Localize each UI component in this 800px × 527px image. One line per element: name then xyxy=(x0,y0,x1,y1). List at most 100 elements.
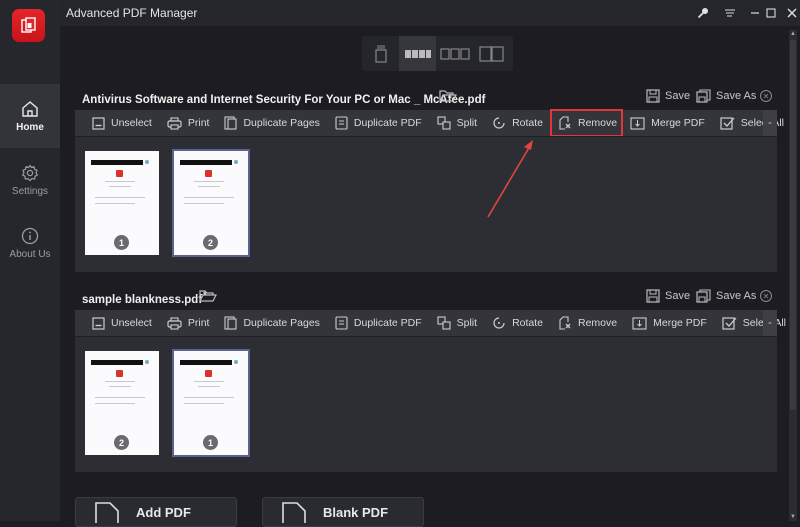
page-text-line xyxy=(184,403,224,404)
page-text-line xyxy=(95,403,135,404)
page-text-line xyxy=(184,397,234,398)
page-thumbnail[interactable]: 1 xyxy=(85,151,159,255)
sidebar-item-label: Settings xyxy=(11,185,49,197)
rotate-button[interactable]: Rotate xyxy=(492,316,543,330)
duplicate-pdf-button[interactable]: Duplicate PDF xyxy=(335,316,422,330)
duplicate-pdf-label: Duplicate PDF xyxy=(353,117,422,129)
page-thumbnail[interactable]: 2 xyxy=(85,351,159,455)
remove-button[interactable]: Remove xyxy=(558,316,617,330)
page-content-header xyxy=(91,160,143,165)
scrollbar-thumb[interactable] xyxy=(790,40,796,410)
mcafee-logo-icon xyxy=(116,170,123,177)
page-content-dot xyxy=(145,160,149,164)
sidebar-item-label: Home xyxy=(16,121,44,133)
document-name: Antivirus Software and Internet Security… xyxy=(82,93,486,106)
page-text-line xyxy=(95,397,145,398)
close-icon xyxy=(787,8,797,18)
sidebar-item-about-us[interactable]: About Us xyxy=(0,211,60,275)
open-folder-button[interactable] xyxy=(199,287,217,303)
add-pdf-icon xyxy=(95,502,119,523)
toolbar-more-button[interactable]: - xyxy=(763,310,777,336)
remove-label: Remove xyxy=(578,317,618,329)
toolbar-more-button[interactable]: - xyxy=(763,110,777,136)
two-column-view-button[interactable] xyxy=(473,36,510,71)
mcafee-logo-icon xyxy=(116,370,123,377)
merge-pdf-button[interactable]: Merge PDF xyxy=(632,316,707,330)
page-number-badge: 2 xyxy=(114,435,129,450)
document-toolbar: Unselect Print Duplicate Pages Duplicate… xyxy=(75,310,786,336)
app-logo xyxy=(12,9,45,42)
maximize-icon xyxy=(766,8,776,18)
print-button[interactable]: Print xyxy=(167,316,209,330)
close-document-button[interactable]: ✕ xyxy=(760,90,772,102)
page-text-line xyxy=(95,203,135,204)
duplicate-pdf-icon xyxy=(335,116,348,130)
split-button[interactable]: Split xyxy=(437,116,477,130)
page-thumbnail-selected[interactable]: 1 xyxy=(172,349,250,457)
folder-open-icon xyxy=(199,290,217,302)
remove-button[interactable]: Remove xyxy=(549,109,624,137)
page-content-dot xyxy=(234,360,238,364)
merge-pdf-label: Merge PDF xyxy=(651,117,705,129)
save-as-label: Save As xyxy=(716,90,757,102)
single-page-view-button[interactable] xyxy=(362,36,399,71)
page-content-dot xyxy=(234,160,238,164)
page-thumbnail-selected[interactable]: 2 xyxy=(172,149,250,257)
save-as-button[interactable]: Save As xyxy=(696,289,756,303)
save-icon xyxy=(646,289,660,303)
page-thumbnails-area: 1 2 xyxy=(75,136,777,272)
duplicate-pages-button[interactable]: Duplicate Pages xyxy=(224,316,320,330)
save-as-button[interactable]: Save As xyxy=(696,89,756,103)
page-thumbnails-area: 2 1 xyxy=(75,336,777,472)
maximize-button[interactable] xyxy=(760,4,782,22)
three-column-view-button[interactable] xyxy=(436,36,473,71)
duplicate-pages-button[interactable]: Duplicate Pages xyxy=(224,116,320,130)
info-icon xyxy=(21,227,39,244)
unselect-icon xyxy=(92,116,105,130)
save-button[interactable]: Save xyxy=(646,89,690,103)
duplicate-pages-icon xyxy=(224,116,238,130)
four-column-view-button[interactable] xyxy=(399,36,436,71)
select-all-icon xyxy=(720,117,735,130)
unselect-button[interactable]: Unselect xyxy=(92,116,152,130)
duplicate-pdf-button[interactable]: Duplicate PDF xyxy=(335,116,422,130)
rotate-button[interactable]: Rotate xyxy=(492,116,543,130)
add-pdf-button[interactable]: Add PDF xyxy=(75,497,237,527)
blank-pdf-button[interactable]: Blank PDF xyxy=(262,497,424,527)
sidebar-item-home[interactable]: Home xyxy=(0,84,60,148)
close-window-button[interactable] xyxy=(781,4,800,22)
duplicate-pdf-icon xyxy=(335,316,348,330)
merge-pdf-button[interactable]: Merge PDF xyxy=(630,116,705,130)
save-button[interactable]: Save xyxy=(646,289,690,303)
remove-label: Remove xyxy=(578,117,618,129)
page-number-badge: 1 xyxy=(203,435,218,450)
duplicate-pages-label: Duplicate Pages xyxy=(243,117,320,129)
document-toolbar: Unselect Print Duplicate Pages Duplicate… xyxy=(75,109,784,137)
page-text-line xyxy=(109,186,131,187)
menu-button[interactable] xyxy=(719,4,741,22)
sidebar-item-settings[interactable]: Settings xyxy=(0,148,60,212)
scroll-down-arrow-icon[interactable]: ▼ xyxy=(789,513,797,521)
save-as-label: Save As xyxy=(716,290,757,302)
document-header: sample blankness.pdf* Save Save As ✕ xyxy=(75,284,777,310)
unselect-label: Unselect xyxy=(111,117,152,129)
duplicate-pages-label: Duplicate Pages xyxy=(243,317,320,329)
remove-page-icon xyxy=(559,116,571,130)
vertical-scrollbar[interactable]: ▲ ▼ xyxy=(789,30,797,521)
page-content-header xyxy=(91,360,143,365)
open-folder-button[interactable] xyxy=(439,87,457,103)
split-button[interactable]: Split xyxy=(437,316,477,330)
scroll-up-arrow-icon[interactable]: ▲ xyxy=(789,30,797,38)
document-panel: Antivirus Software and Internet Security… xyxy=(75,84,784,272)
rotate-label: Rotate xyxy=(512,317,543,329)
page-content-dot xyxy=(145,360,149,364)
print-icon xyxy=(167,116,182,130)
split-label: Split xyxy=(456,317,478,329)
print-button[interactable]: Print xyxy=(167,116,209,130)
close-document-button[interactable]: ✕ xyxy=(760,290,772,302)
page-content-header xyxy=(180,160,232,165)
page-number-badge: 2 xyxy=(203,235,218,250)
register-button[interactable] xyxy=(692,4,714,22)
unselect-button[interactable]: Unselect xyxy=(92,316,152,330)
blank-pdf-icon xyxy=(282,502,306,523)
